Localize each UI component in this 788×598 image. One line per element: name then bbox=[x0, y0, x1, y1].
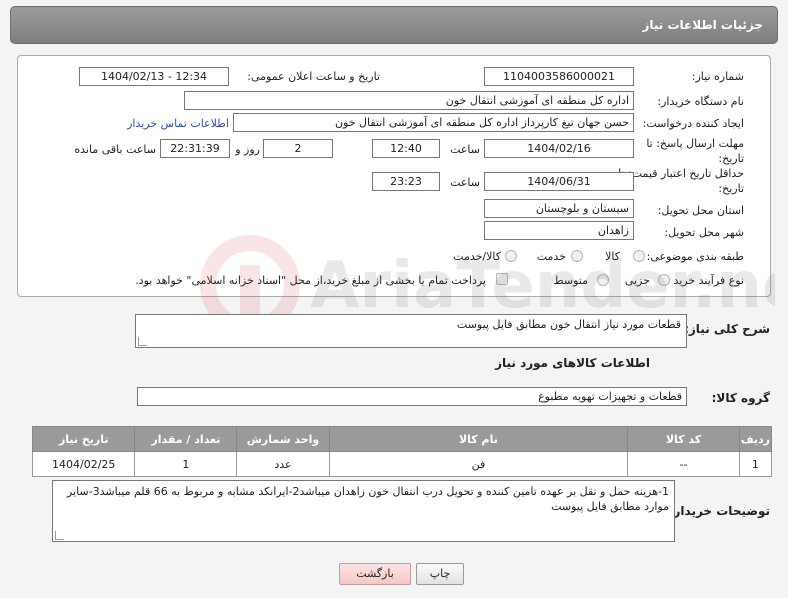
contact-info-link[interactable]: اطلاعات تماس خریدار bbox=[127, 117, 229, 130]
creator-field: حسن جهان تیغ کارپرداز اداره کل منطقه ای … bbox=[233, 113, 634, 132]
category-goods-service-radio[interactable] bbox=[505, 250, 517, 262]
category-service-label: خدمت bbox=[536, 250, 566, 263]
price-date-field: 1404/06/31 bbox=[484, 172, 634, 191]
print-button[interactable]: چاپ bbox=[416, 563, 464, 585]
city-label: شهر محل تحویل: bbox=[664, 226, 744, 239]
buyer-notes-textarea[interactable]: 1-هزینه حمل و نقل بر عهده تامین کننده و … bbox=[52, 480, 675, 542]
province-field: سیستان و بلوچستان bbox=[484, 199, 634, 218]
city-field: زاهدان bbox=[484, 221, 634, 240]
process-medium-label: متوسط bbox=[553, 274, 588, 287]
category-goods-radio[interactable] bbox=[633, 250, 645, 262]
back-button[interactable]: بازگشت bbox=[339, 563, 411, 585]
process-minor-radio[interactable] bbox=[658, 274, 670, 286]
page-header: جزئیات اطلاعات نیاز bbox=[10, 6, 778, 44]
price-time-label: ساعت bbox=[450, 176, 480, 189]
col-unit: واحد شمارش bbox=[236, 426, 330, 452]
process-type-label: نوع فرآیند خرید : bbox=[666, 274, 744, 287]
cell-date: 1404/02/25 bbox=[31, 451, 136, 477]
cell-code: -- bbox=[627, 451, 740, 477]
need-number-label: شماره نیاز: bbox=[691, 70, 744, 83]
summary-textarea[interactable]: قطعات مورد نیاز انتقال خون مطابق فایل پی… bbox=[135, 314, 687, 348]
buyer-notes-label: توضیحات خریدار: bbox=[668, 504, 770, 518]
goods-section-title: اطلاعات کالاهای مورد نیاز bbox=[495, 356, 650, 370]
creator-label: ایجاد کننده درخواست: bbox=[642, 117, 744, 130]
col-name: نام کالا bbox=[328, 426, 629, 452]
col-date: تاریخ نیاز bbox=[31, 426, 136, 452]
cell-unit: عدد bbox=[236, 451, 330, 477]
process-minor-label: جزیی bbox=[624, 274, 650, 287]
remaining-label: ساعت باقی مانده bbox=[74, 143, 156, 156]
col-qty: تعداد / مقدار bbox=[134, 426, 238, 452]
deadline-time-label: ساعت bbox=[450, 143, 480, 156]
cell-qty: 1 bbox=[134, 451, 238, 477]
need-number-field: 1104003586000021 bbox=[484, 67, 634, 86]
category-label: طبقه بندی موضوعی: bbox=[646, 250, 744, 263]
remaining-time-field: 22:31:39 bbox=[160, 139, 230, 158]
goods-table: ردیف کد کالا نام کالا واحد شمارش تعداد /… bbox=[31, 426, 773, 477]
announce-field: 1404/02/13 - 12:34 bbox=[79, 67, 229, 86]
price-time-field: 23:23 bbox=[372, 172, 440, 191]
summary-text: قطعات مورد نیاز انتقال خون مطابق فایل پی… bbox=[456, 318, 681, 331]
announce-label: تاریخ و ساعت اعلان عمومی: bbox=[247, 70, 380, 83]
resize-handle-icon[interactable] bbox=[55, 531, 64, 540]
goods-group-label: گروه کالا: bbox=[711, 391, 770, 405]
cell-row: 1 bbox=[738, 451, 773, 477]
treasury-payment-checkbox[interactable] bbox=[496, 273, 508, 285]
process-medium-radio[interactable] bbox=[597, 274, 609, 286]
deadline-date-field: 1404/02/16 bbox=[484, 139, 634, 158]
goods-table-header: ردیف کد کالا نام کالا واحد شمارش تعداد /… bbox=[31, 426, 773, 452]
buyer-notes-text: 1-هزینه حمل و نقل بر عهده تامین کننده و … bbox=[66, 485, 669, 513]
buyer-field: اداره کل منطقه ای آموزشی انتقال خون bbox=[184, 91, 634, 110]
deadline-time-field: 12:40 bbox=[372, 139, 440, 158]
page-title: جزئیات اطلاعات نیاز bbox=[642, 18, 763, 32]
cell-name: فن bbox=[328, 451, 629, 477]
category-goods-service-label: کالا/خدمت bbox=[453, 250, 501, 263]
deadline-label: مهلت ارسال پاسخ: تا تاریخ: bbox=[646, 137, 744, 165]
resize-handle-icon[interactable] bbox=[138, 337, 147, 346]
table-row: 1 -- فن عدد 1 1404/02/25 bbox=[31, 451, 773, 477]
treasury-payment-note: پرداخت تمام یا بخشی از مبلغ خرید،از محل … bbox=[135, 274, 486, 287]
col-code: کد کالا bbox=[627, 426, 740, 452]
buyer-label: نام دستگاه خریدار: bbox=[657, 95, 744, 108]
days-label: روز و bbox=[235, 143, 260, 156]
goods-group-field: قطعات و تجهیزات تهویه مطبوع bbox=[137, 387, 687, 406]
province-label: استان محل تحویل: bbox=[657, 204, 744, 217]
summary-label: شرح کلی نیاز: bbox=[684, 322, 770, 336]
category-service-radio[interactable] bbox=[571, 250, 583, 262]
category-goods-label: کالا bbox=[605, 250, 620, 263]
col-row: ردیف bbox=[738, 426, 773, 452]
days-field: 2 bbox=[263, 139, 333, 158]
